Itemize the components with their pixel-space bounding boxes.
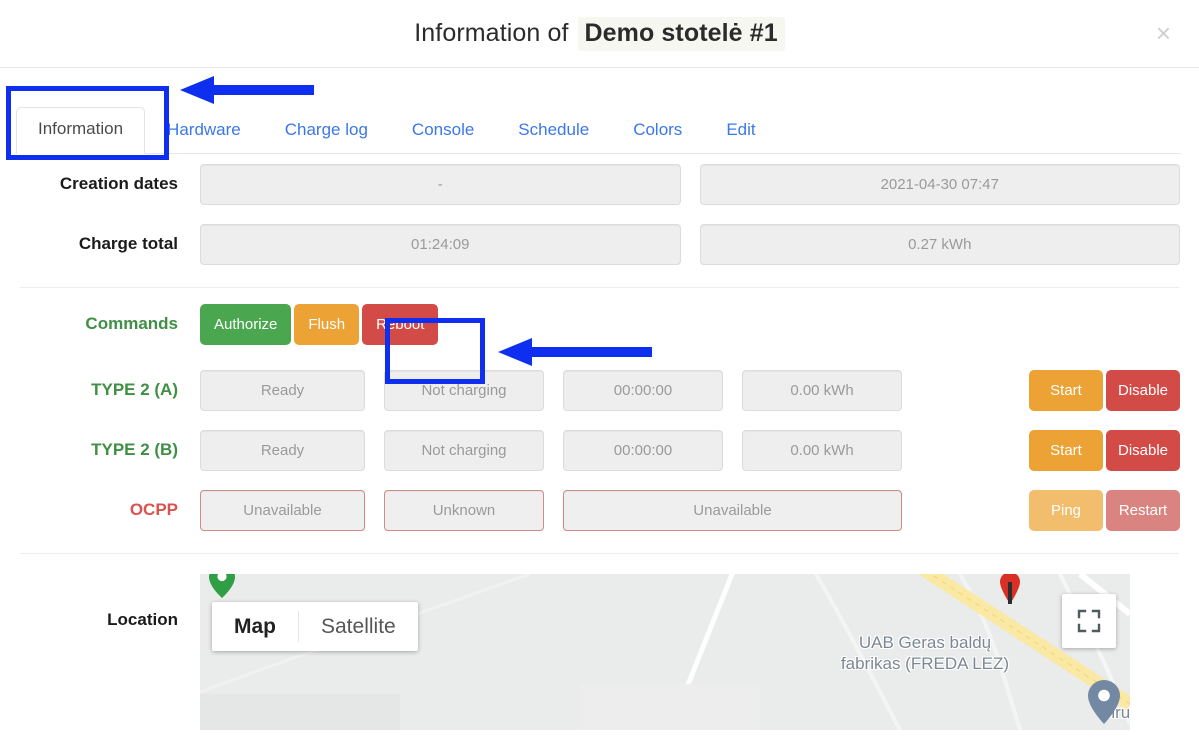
field-creation-date-left: - (200, 163, 681, 205)
field-connector-b-duration: 00:00:00 (563, 429, 723, 471)
place-marker-icon[interactable] (1088, 680, 1120, 724)
field-connector-a-charging: Not charging (384, 369, 544, 411)
field-ocpp-state: Unknown (384, 489, 544, 531)
connector-a-start-button[interactable]: Start (1029, 369, 1103, 411)
reboot-button[interactable]: Reboot (362, 303, 439, 345)
field-connector-b-status: Ready (200, 429, 365, 471)
flush-button[interactable]: Flush (294, 303, 360, 345)
label-ocpp: OCPP (129, 500, 178, 519)
connector-b-actions: Start Disable (1029, 429, 1180, 471)
field-connector-b-energy: 0.00 kWh (742, 429, 902, 471)
row-commands: Commands Authorize Flush Reboot (0, 288, 1199, 360)
green-marker-icon[interactable] (208, 574, 236, 598)
row-connector-b: TYPE 2 (B) Ready Not charging 00:00:00 0… (0, 420, 1199, 480)
tab-information[interactable]: Information (16, 107, 146, 154)
field-ocpp-detail: Unavailable (563, 489, 902, 531)
row-location: Location UAB Geras baldų fabrikas (FREDA… (0, 574, 1199, 730)
field-ocpp-status: Unavailable (200, 489, 365, 531)
map-canvas (200, 574, 1130, 730)
page-title: Information of Demo stotelė #1 (414, 16, 785, 51)
label-location: Location (107, 610, 178, 629)
label-commands: Commands (85, 314, 178, 333)
authorize-button[interactable]: Authorize (200, 303, 292, 345)
field-charge-total-energy: 0.27 kWh (699, 223, 1180, 265)
tab-bar-wrapper: Information Hardware Charge log Console … (0, 68, 1199, 154)
connector-b-start-button[interactable]: Start (1029, 429, 1103, 471)
field-connector-a-energy: 0.00 kWh (742, 369, 902, 411)
label-connector-b: TYPE 2 (B) (91, 440, 178, 459)
divider-bottom (20, 553, 1179, 554)
tab-charge-log[interactable]: Charge log (263, 108, 390, 154)
tab-console[interactable]: Console (390, 108, 496, 154)
connector-a-disable-button[interactable]: Disable (1106, 369, 1180, 411)
page-title-prefix: Information of (414, 18, 569, 47)
map-container[interactable]: UAB Geras baldų fabrikas (FREDA LEZ) Bir… (200, 574, 1130, 730)
tab-bar: Information Hardware Charge log Console … (0, 68, 1199, 154)
label-connector-a: TYPE 2 (A) (91, 380, 178, 399)
tab-colors[interactable]: Colors (611, 108, 704, 154)
label-charge-total: Charge total (78, 234, 178, 253)
page-title-name: Demo stotelė #1 (577, 16, 785, 51)
connector-a-actions: Start Disable (1029, 369, 1180, 411)
row-ocpp: OCPP Unavailable Unknown Unavailable Pin… (0, 480, 1199, 540)
row-connector-a: TYPE 2 (A) Ready Not charging 00:00:00 0… (0, 360, 1199, 420)
red-marker-icon[interactable] (1000, 574, 1020, 604)
ocpp-ping-button[interactable]: Ping (1029, 489, 1103, 531)
ocpp-restart-button[interactable]: Restart (1106, 489, 1180, 531)
row-creation-dates: Creation dates - 2021-04-30 07:47 (0, 154, 1199, 214)
field-connector-a-status: Ready (200, 369, 365, 411)
map-type-control: Map Satellite (212, 602, 418, 651)
info-section: Creation dates - 2021-04-30 07:47 Charge… (0, 154, 1199, 274)
tab-edit[interactable]: Edit (704, 108, 777, 154)
map-type-satellite-button[interactable]: Satellite (299, 602, 418, 651)
field-connector-b-charging: Not charging (384, 429, 544, 471)
field-charge-total-time: 01:24:09 (200, 223, 681, 265)
command-buttons: Authorize Flush Reboot (200, 303, 439, 345)
label-creation-dates: Creation dates (59, 174, 178, 193)
row-charge-total: Charge total 01:24:09 0.27 kWh (0, 214, 1199, 274)
field-connector-a-duration: 00:00:00 (563, 369, 723, 411)
fullscreen-icon (1077, 609, 1101, 633)
map-type-map-button[interactable]: Map (212, 602, 298, 651)
field-creation-date-right: 2021-04-30 07:47 (699, 163, 1180, 205)
tab-hardware[interactable]: Hardware (145, 108, 263, 154)
connector-b-disable-button[interactable]: Disable (1106, 429, 1180, 471)
ocpp-actions: Ping Restart (1029, 489, 1180, 531)
fullscreen-button[interactable] (1062, 594, 1116, 648)
control-section: Commands Authorize Flush Reboot TYPE 2 (… (0, 288, 1199, 540)
tab-schedule[interactable]: Schedule (496, 108, 611, 154)
close-icon[interactable]: × (1150, 18, 1177, 48)
modal-header: Information of Demo stotelė #1 × (0, 0, 1199, 68)
